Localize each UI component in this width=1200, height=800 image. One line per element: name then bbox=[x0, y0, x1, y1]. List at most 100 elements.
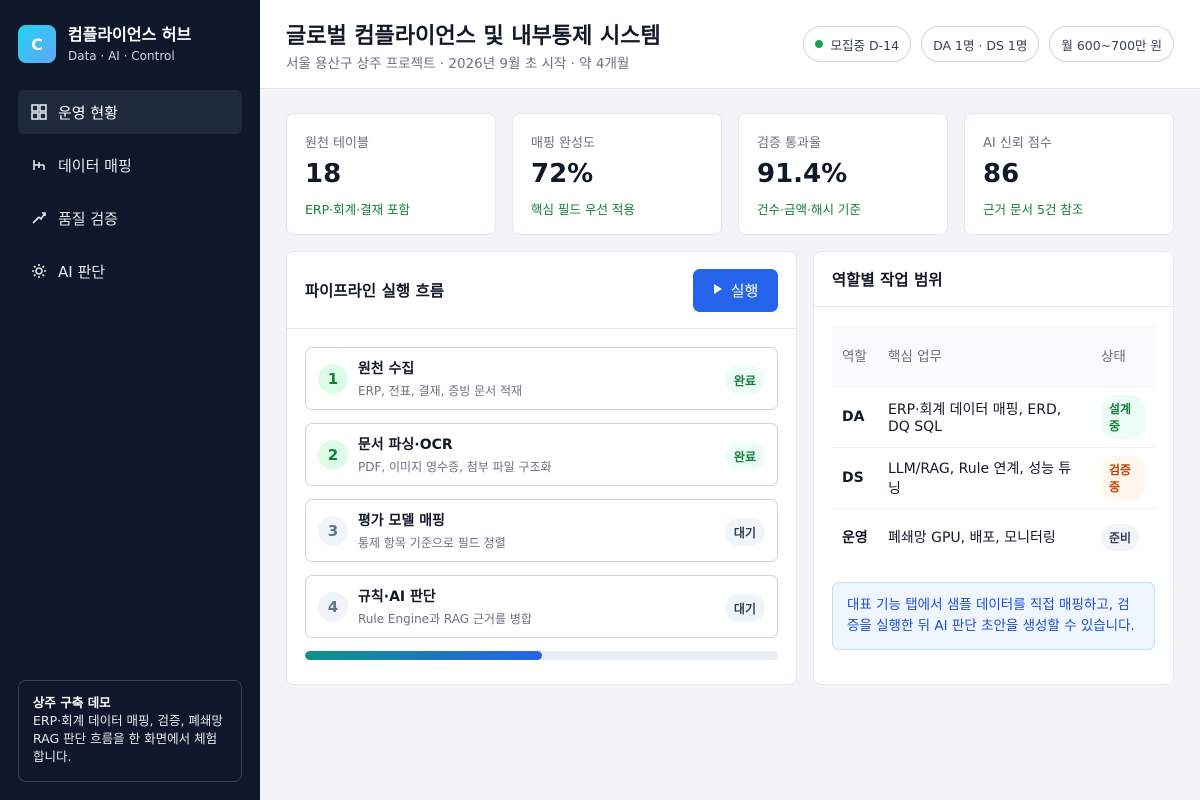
pipeline-title: 파이프라인 실행 흐름 bbox=[305, 282, 445, 300]
status-badge: 준비 bbox=[1101, 523, 1140, 551]
info-box: 대표 기능 탭에서 샘플 데이터를 직접 매핑하고, 검증을 실행한 뒤 AI … bbox=[832, 582, 1155, 650]
demo-info-box: 상주 구축 데모 ERP·회계 데이터 매핑, 검증, 폐쇄망 RAG 판단 흐… bbox=[18, 680, 242, 782]
step-desc: ERP, 전표, 결재, 증빙 문서 적재 bbox=[358, 384, 523, 398]
status-badge: 완료 bbox=[724, 442, 765, 470]
kpi-row: 원천 테이블 18 ERP·회계·결재 포함 매핑 완성도 72% 핵심 필드 … bbox=[286, 113, 1174, 235]
step-desc: 통제 항목 기준으로 필드 정렬 bbox=[358, 536, 506, 550]
kpi-label: 매핑 완성도 bbox=[531, 136, 595, 151]
table-row: 운영 폐쇄망 GPU, 배포, 모니터링 준비 bbox=[832, 507, 1155, 566]
sidebar-nav: 운영 현황 데이터 매핑 품질 검증 AI 판단 bbox=[18, 90, 242, 293]
kpi-note: 근거 문서 5건 참조 bbox=[983, 202, 1084, 217]
step-title: 평가 모델 매핑 bbox=[358, 513, 446, 529]
mapping-icon bbox=[30, 156, 48, 174]
headcount-chip: DA 1명 · DS 1명 bbox=[921, 26, 1040, 62]
status-cell: 검증중 bbox=[1091, 446, 1155, 508]
status-cell: 설계중 bbox=[1091, 385, 1155, 447]
step-number: 1 bbox=[318, 363, 348, 394]
sidebar-item-label: AI 판단 bbox=[58, 262, 106, 281]
pipeline-panel: 파이프라인 실행 흐름 실행 1 원천 수집 ERP, 전표, 결재, 증빙 문… bbox=[286, 251, 797, 685]
sidebar-item-dashboard[interactable]: 운영 현황 bbox=[18, 90, 242, 134]
step-number: 3 bbox=[318, 515, 348, 546]
kpi-note: ERP·회계·결재 포함 bbox=[305, 202, 411, 217]
task-cell: LLM/RAG, Rule 연계, 성능 튜닝 bbox=[878, 446, 1091, 508]
kpi-value: 91.4% bbox=[757, 159, 848, 189]
sidebar-item-ai[interactable]: AI 판단 bbox=[18, 249, 242, 293]
run-button[interactable]: 실행 bbox=[693, 268, 778, 312]
step-desc: PDF, 이미지 영수증, 첨부 파일 구조화 bbox=[358, 460, 552, 474]
status-badge: 검증중 bbox=[1101, 455, 1145, 500]
kpi-value: 72% bbox=[531, 159, 594, 189]
sidebar-item-label: 품질 검증 bbox=[58, 209, 118, 228]
kpi-label: 검증 통과율 bbox=[757, 136, 821, 151]
task-cell: 폐쇄망 GPU, 배포, 모니터링 bbox=[878, 507, 1091, 566]
task-cell: ERP·회계 데이터 매핑, ERD, DQ SQL bbox=[878, 385, 1091, 447]
check-icon bbox=[30, 209, 48, 227]
kpi-label: AI 신뢰 점수 bbox=[983, 136, 1052, 151]
roles-panel: 역할별 작업 범위 역할 핵심 업무 상태 DA ERP·회계 데이터 매핑, … bbox=[813, 251, 1174, 685]
step-title: 원천 수집 bbox=[358, 361, 415, 377]
status-badge: 대기 bbox=[724, 594, 765, 622]
progress-fill bbox=[305, 651, 542, 660]
column-header: 핵심 업무 bbox=[888, 349, 942, 366]
chip-label: 모집중 D-14 bbox=[830, 37, 900, 53]
kpi-value: 18 bbox=[305, 159, 342, 189]
pipeline-steps: 1 원천 수집 ERP, 전표, 결재, 증빙 문서 적재 완료 2 문서 파싱… bbox=[287, 329, 796, 638]
app-logo: C bbox=[18, 25, 56, 63]
gear-icon bbox=[30, 262, 48, 280]
step-desc: Rule Engine과 RAG 근거를 병합 bbox=[358, 612, 532, 626]
pipeline-progress-bar bbox=[305, 651, 778, 660]
play-icon bbox=[713, 281, 723, 299]
recruit-status-chip: 모집중 D-14 bbox=[802, 26, 912, 62]
roles-table-wrap: 역할 핵심 업무 상태 DA ERP·회계 데이터 매핑, ERD, DQ SQ… bbox=[814, 307, 1173, 566]
step-title: 규칙·AI 판단 bbox=[358, 589, 436, 605]
step-title: 문서 파싱·OCR bbox=[358, 437, 453, 453]
kpi-card-validation: 검증 통과율 91.4% 건수·금액·해시 기준 bbox=[738, 113, 948, 235]
header-chips: 모집중 D-14 DA 1명 · DS 1명 월 600~700만 원 bbox=[802, 26, 1174, 62]
pipeline-step[interactable]: 1 원천 수집 ERP, 전표, 결재, 증빙 문서 적재 완료 bbox=[305, 347, 778, 410]
app-title: 컴플라이언스 허브 bbox=[68, 25, 192, 44]
kpi-card-source-tables: 원천 테이블 18 ERP·회계·결재 포함 bbox=[286, 113, 496, 235]
status-badge: 대기 bbox=[724, 518, 765, 546]
app-subtitle: Data · AI · Control bbox=[68, 49, 175, 63]
pipeline-step[interactable]: 2 문서 파싱·OCR PDF, 이미지 영수증, 첨부 파일 구조화 완료 bbox=[305, 423, 778, 486]
role-cell: DS bbox=[832, 446, 878, 508]
step-number: 4 bbox=[318, 591, 348, 622]
roles-header: 역할별 작업 범위 bbox=[814, 252, 1173, 307]
column-header: 역할 bbox=[842, 349, 867, 366]
pipeline-step[interactable]: 4 규칙·AI 판단 Rule Engine과 RAG 근거를 병합 대기 bbox=[305, 575, 778, 638]
status-dot-icon bbox=[814, 40, 823, 48]
sidebar-item-label: 데이터 매핑 bbox=[58, 156, 132, 175]
role-cell: 운영 bbox=[832, 507, 878, 566]
column-header: 상태 bbox=[1101, 349, 1126, 366]
kpi-value: 86 bbox=[983, 159, 1020, 189]
roles-table: 역할 핵심 업무 상태 DA ERP·회계 데이터 매핑, ERD, DQ SQ… bbox=[832, 325, 1155, 566]
page-title: 글로벌 컴플라이언스 및 내부통제 시스템 bbox=[286, 24, 661, 49]
pipeline-step[interactable]: 3 평가 모델 매핑 통제 항목 기준으로 필드 정렬 대기 bbox=[305, 499, 778, 562]
pay-chip: 월 600~700만 원 bbox=[1049, 26, 1174, 62]
demo-title: 상주 구축 데모 bbox=[33, 695, 111, 710]
step-number: 2 bbox=[318, 439, 348, 470]
dashboard-icon bbox=[30, 103, 48, 121]
status-badge: 설계중 bbox=[1101, 394, 1145, 439]
roles-title: 역할별 작업 범위 bbox=[832, 271, 943, 289]
kpi-note: 건수·금액·해시 기준 bbox=[757, 202, 861, 217]
pipeline-header: 파이프라인 실행 흐름 실행 bbox=[287, 252, 796, 329]
table-row: DA ERP·회계 데이터 매핑, ERD, DQ SQL 설계중 bbox=[832, 385, 1155, 447]
chip-label: 월 600~700만 원 bbox=[1061, 37, 1162, 53]
role-cell: DA bbox=[832, 385, 878, 447]
sidebar-item-quality[interactable]: 품질 검증 bbox=[18, 196, 242, 240]
brand: C 컴플라이언스 허브 Data · AI · Control bbox=[18, 24, 242, 64]
demo-text: ERP·회계 데이터 매핑, 검증, 폐쇄망 RAG 판단 흐름을 한 화면에서… bbox=[33, 713, 223, 764]
sidebar-item-mapping[interactable]: 데이터 매핑 bbox=[18, 143, 242, 187]
page-subtitle: 서울 용산구 상주 프로젝트 · 2026년 9월 초 시작 · 약 4개월 bbox=[286, 56, 630, 72]
chip-label: DA 1명 · DS 1명 bbox=[933, 37, 1028, 53]
sidebar: C 컴플라이언스 허브 Data · AI · Control 운영 현황 데이… bbox=[0, 0, 260, 800]
status-cell: 준비 bbox=[1091, 507, 1155, 566]
status-badge: 완료 bbox=[724, 366, 765, 394]
table-row: DS LLM/RAG, Rule 연계, 성능 튜닝 검증중 bbox=[832, 446, 1155, 508]
kpi-note: 핵심 필드 우선 적용 bbox=[531, 202, 635, 217]
header: 글로벌 컴플라이언스 및 내부통제 시스템 서울 용산구 상주 프로젝트 · 2… bbox=[260, 0, 1200, 89]
run-button-label: 실행 bbox=[730, 281, 759, 300]
kpi-card-mapping: 매핑 완성도 72% 핵심 필드 우선 적용 bbox=[512, 113, 722, 235]
kpi-card-ai-score: AI 신뢰 점수 86 근거 문서 5건 참조 bbox=[964, 113, 1174, 235]
